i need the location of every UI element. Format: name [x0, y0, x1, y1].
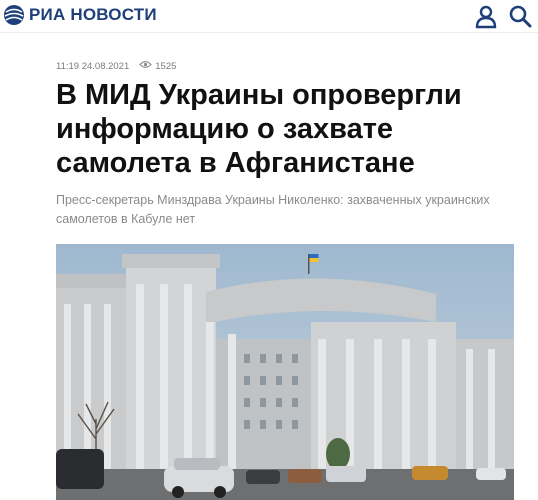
user-icon [475, 5, 497, 29]
site-logo[interactable]: РИА НОВОСТИ [3, 2, 157, 28]
search-icon [509, 5, 532, 28]
article-meta: 11:19 24.08.2021 1525 [56, 60, 176, 72]
article-photo[interactable] [56, 244, 514, 500]
article-title: В МИД Украины опровергли информацию о за… [56, 79, 462, 179]
ria-globe-logo-icon [4, 5, 24, 25]
article-time: 11:19 24.08.2021 [56, 60, 130, 72]
article-subtitle: Пресс-секретарь Минздрава Украины Николе… [56, 193, 490, 226]
search-button[interactable] [507, 3, 533, 29]
logo-text: РИА НОВОСТИ [29, 5, 157, 24]
site-header: РИА НОВОСТИ [0, 0, 538, 33]
views-count: 1525 [155, 60, 177, 72]
user-button[interactable] [473, 3, 499, 29]
ministry-building-photo [56, 244, 514, 500]
eye-icon [139, 60, 153, 72]
